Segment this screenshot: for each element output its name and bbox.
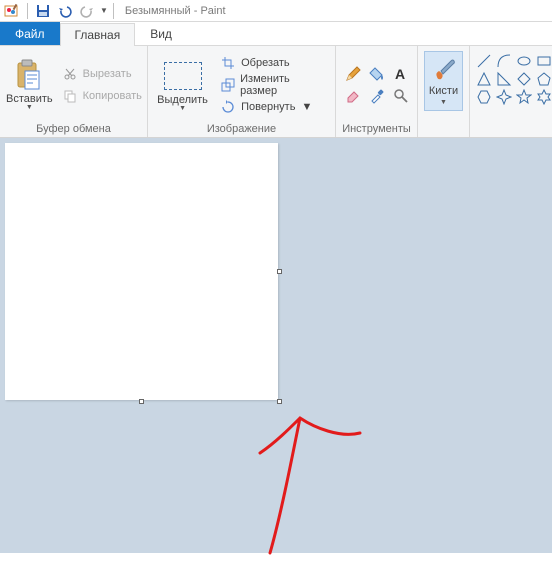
select-rect-icon — [164, 62, 202, 90]
eraser-tool[interactable] — [344, 87, 362, 105]
tab-view[interactable]: Вид — [135, 22, 187, 45]
group-brushes: Кисти ▼ — [418, 46, 470, 137]
pencil-tool[interactable] — [344, 65, 362, 83]
brushes-dropdown-icon: ▼ — [440, 99, 447, 106]
shape-hexagon[interactable] — [476, 89, 492, 105]
shape-diamond[interactable] — [516, 71, 532, 87]
redo-button[interactable] — [77, 1, 97, 21]
group-label-clipboard: Буфер обмена — [6, 121, 141, 135]
resize-handle-corner[interactable] — [277, 399, 282, 404]
group-clipboard: Вставить ▼ Вырезать Копировать Буфер — [0, 46, 148, 137]
copy-button[interactable]: Копировать — [57, 86, 146, 106]
group-image: Выделить ▼ Обрезать Изменить размер — [148, 46, 336, 137]
user-annotation-arrow — [230, 398, 390, 568]
resize-handle-bottom[interactable] — [139, 399, 144, 404]
paste-button[interactable]: Вставить ▼ — [6, 49, 53, 121]
tab-file[interactable]: Файл — [0, 22, 60, 45]
brushes-button[interactable]: Кисти ▼ — [424, 51, 463, 111]
svg-text:A: A — [395, 66, 405, 82]
fill-tool[interactable] — [368, 65, 386, 83]
window-title: Безымянный - Paint — [125, 5, 226, 17]
copy-icon — [61, 87, 79, 105]
title-bar: ▼ Безымянный - Paint — [0, 0, 552, 22]
eyedropper-tool[interactable] — [368, 87, 386, 105]
canvas[interactable] — [5, 143, 278, 400]
tab-home[interactable]: Главная — [60, 23, 136, 46]
workspace[interactable] — [0, 138, 552, 553]
cut-button[interactable]: Вырезать — [57, 64, 146, 84]
shape-star4[interactable] — [496, 89, 512, 105]
select-button[interactable]: Выделить ▼ — [154, 49, 211, 121]
shape-line[interactable] — [476, 53, 492, 69]
rotate-button[interactable]: Повернуть ▼ — [215, 97, 329, 117]
paste-dropdown-icon: ▼ — [26, 105, 33, 111]
shape-oval[interactable] — [516, 53, 532, 69]
quick-access-toolbar: ▼ — [24, 1, 117, 21]
shape-star6[interactable] — [536, 89, 552, 105]
shape-pentagon[interactable] — [536, 71, 552, 87]
shape-star5[interactable] — [516, 89, 532, 105]
rotate-icon — [219, 98, 237, 116]
resize-handle-right[interactable] — [277, 269, 282, 274]
group-shapes — [470, 46, 552, 137]
shape-triangle[interactable] — [476, 71, 492, 87]
crop-icon — [219, 54, 237, 72]
qat-customize-dropdown[interactable]: ▼ — [100, 6, 108, 15]
resize-icon — [219, 76, 236, 94]
undo-button[interactable] — [55, 1, 75, 21]
ribbon-tabs: Файл Главная Вид — [0, 22, 552, 46]
group-label-image: Изображение — [154, 121, 329, 135]
group-label-tools: Инструменты — [342, 121, 411, 135]
rotate-dropdown-icon: ▼ — [301, 101, 312, 113]
crop-button[interactable]: Обрезать — [215, 53, 329, 73]
shape-curve[interactable] — [496, 53, 512, 69]
scissors-icon — [61, 65, 79, 83]
app-icon — [3, 2, 21, 20]
save-button[interactable] — [33, 1, 53, 21]
shape-right-triangle[interactable] — [496, 71, 512, 87]
text-tool[interactable]: A — [392, 65, 410, 83]
resize-button[interactable]: Изменить размер — [215, 75, 329, 95]
shape-rect[interactable] — [536, 53, 552, 69]
group-tools: A Инструменты — [336, 46, 418, 137]
ribbon: Вставить ▼ Вырезать Копировать Буфер — [0, 46, 552, 138]
select-dropdown-icon: ▼ — [179, 106, 186, 112]
group-label-brushes — [424, 121, 463, 135]
magnifier-tool[interactable] — [392, 87, 410, 105]
